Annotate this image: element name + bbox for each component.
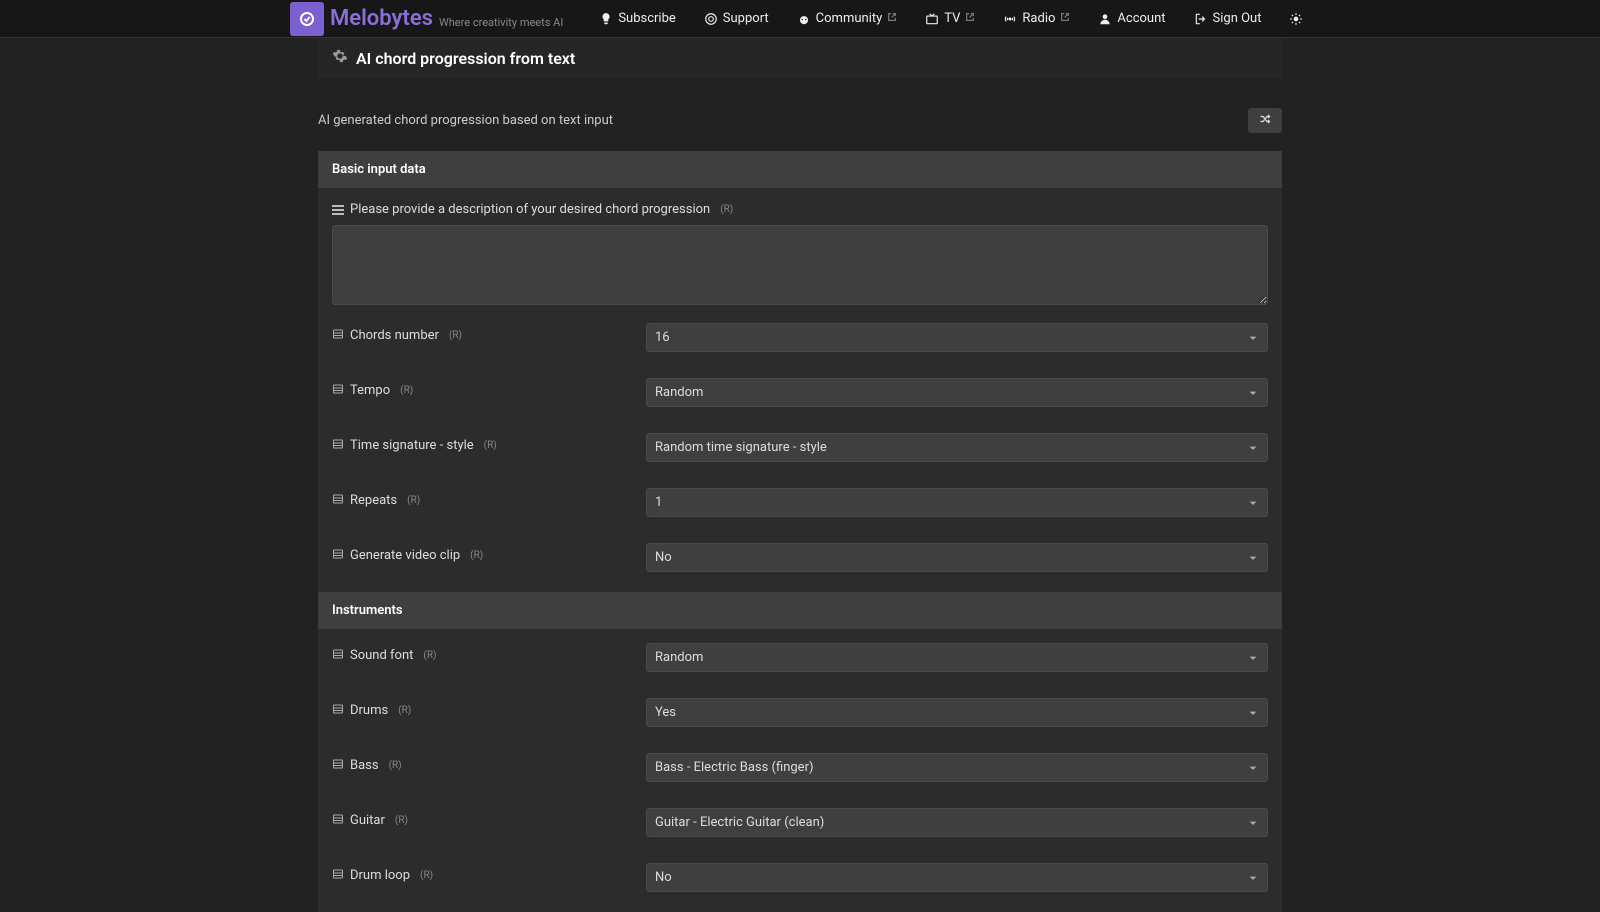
bass-select[interactable]: Bass - Electric Bass (finger) bbox=[646, 753, 1268, 782]
nav-label: Subscribe bbox=[618, 11, 675, 26]
field-label-text: Please provide a description of your des… bbox=[350, 202, 710, 217]
section-basic-header: Basic input data bbox=[318, 151, 1282, 188]
time-signature-select[interactable]: Random time signature - style bbox=[646, 433, 1268, 462]
list-icon bbox=[332, 383, 344, 398]
field-chords-number: Chords number (R) 16 bbox=[332, 323, 1268, 352]
nav-support[interactable]: Support bbox=[692, 3, 781, 34]
tempo-select[interactable]: Random bbox=[646, 378, 1268, 407]
list-icon bbox=[332, 813, 344, 828]
required-marker: (R) bbox=[389, 760, 402, 771]
field-label-text: Sound font bbox=[350, 648, 413, 663]
section-basic-body: Please provide a description of your des… bbox=[318, 188, 1282, 592]
list-icon bbox=[332, 548, 344, 563]
field-label-text: Chords number bbox=[350, 328, 439, 343]
required-marker: (R) bbox=[400, 385, 413, 396]
page-description: AI generated chord progression based on … bbox=[318, 113, 613, 128]
field-label-text: Bass bbox=[350, 758, 379, 773]
nav-theme-toggle[interactable] bbox=[1277, 4, 1315, 34]
nav-subscribe[interactable]: Subscribe bbox=[587, 3, 687, 34]
drums-select[interactable]: Yes bbox=[646, 698, 1268, 727]
brand-name: Melobytes bbox=[330, 6, 433, 31]
section-instruments-body: Sound font (R) Random Drums (R) Yes bbox=[318, 629, 1282, 912]
external-link-icon bbox=[1060, 12, 1070, 25]
nav-label: Support bbox=[723, 11, 769, 26]
field-label-text: Repeats bbox=[350, 493, 397, 508]
shuffle-icon bbox=[1258, 114, 1272, 128]
sun-icon bbox=[1289, 12, 1303, 26]
required-marker: (R) bbox=[398, 705, 411, 716]
list-icon bbox=[332, 493, 344, 508]
user-icon bbox=[1098, 12, 1112, 26]
top-navbar: Melobytes Where creativity meets AI Subs… bbox=[0, 0, 1600, 38]
signout-icon bbox=[1194, 12, 1208, 26]
external-link-icon bbox=[887, 12, 897, 25]
field-label-text: Drums bbox=[350, 703, 388, 718]
required-marker: (R) bbox=[449, 330, 462, 341]
field-bass: Bass (R) Bass - Electric Bass (finger) bbox=[332, 753, 1268, 782]
field-label-text: Drum loop bbox=[350, 868, 410, 883]
guitar-select[interactable]: Guitar - Electric Guitar (clean) bbox=[646, 808, 1268, 837]
nav-account[interactable]: Account bbox=[1086, 3, 1177, 34]
field-tempo: Tempo (R) Random bbox=[332, 378, 1268, 407]
page-title: AI chord progression from text bbox=[356, 49, 575, 68]
sound-font-select[interactable]: Random bbox=[646, 643, 1268, 672]
nav-tv[interactable]: TV bbox=[913, 3, 987, 34]
field-label-text: Tempo bbox=[350, 383, 390, 398]
field-drums: Drums (R) Yes bbox=[332, 698, 1268, 727]
nav-label: Sign Out bbox=[1213, 11, 1262, 26]
required-marker: (R) bbox=[484, 440, 497, 451]
gear-icon bbox=[332, 48, 348, 68]
nav-label: Account bbox=[1117, 11, 1165, 26]
nav-radio[interactable]: Radio bbox=[991, 3, 1082, 34]
nav-signout[interactable]: Sign Out bbox=[1182, 3, 1274, 34]
field-time-signature: Time signature - style (R) Random time s… bbox=[332, 433, 1268, 462]
reddit-icon bbox=[797, 12, 811, 26]
required-marker: (R) bbox=[720, 204, 733, 215]
field-description: Please provide a description of your des… bbox=[332, 202, 1268, 309]
required-marker: (R) bbox=[420, 870, 433, 881]
nav-community[interactable]: Community bbox=[785, 3, 910, 34]
brand-badge-icon bbox=[290, 2, 324, 36]
field-repeats: Repeats (R) 1 bbox=[332, 488, 1268, 517]
description-input[interactable] bbox=[332, 225, 1268, 305]
main-nav: Subscribe Support Community TV bbox=[587, 3, 1315, 34]
generate-video-select[interactable]: No bbox=[646, 543, 1268, 572]
list-icon bbox=[332, 868, 344, 883]
drum-loop-select[interactable]: No bbox=[646, 863, 1268, 892]
field-guitar: Guitar (R) Guitar - Electric Guitar (cle… bbox=[332, 808, 1268, 837]
required-marker: (R) bbox=[407, 495, 420, 506]
list-icon bbox=[332, 703, 344, 718]
lifering-icon bbox=[704, 12, 718, 26]
list-icon bbox=[332, 648, 344, 663]
randomize-button[interactable] bbox=[1248, 108, 1282, 133]
field-generate-video: Generate video clip (R) No bbox=[332, 543, 1268, 572]
chords-number-select[interactable]: 16 bbox=[646, 323, 1268, 352]
list-icon bbox=[332, 328, 344, 343]
field-label-text: Generate video clip bbox=[350, 548, 460, 563]
tv-icon bbox=[925, 12, 939, 26]
nav-label: Community bbox=[816, 11, 883, 26]
nav-label: TV bbox=[944, 11, 960, 26]
external-link-icon bbox=[965, 12, 975, 25]
required-marker: (R) bbox=[395, 815, 408, 826]
section-instruments-header: Instruments bbox=[318, 592, 1282, 629]
brand-tagline: Where creativity meets AI bbox=[439, 16, 563, 29]
brand[interactable]: Melobytes Where creativity meets AI bbox=[290, 2, 563, 36]
textarea-icon bbox=[332, 205, 344, 215]
list-icon bbox=[332, 438, 344, 453]
page-header: AI chord progression from text bbox=[318, 38, 1282, 78]
field-label-text: Time signature - style bbox=[350, 438, 474, 453]
repeats-select[interactable]: 1 bbox=[646, 488, 1268, 517]
field-sound-font: Sound font (R) Random bbox=[332, 643, 1268, 672]
lightbulb-icon bbox=[599, 12, 613, 26]
list-icon bbox=[332, 758, 344, 773]
broadcast-icon bbox=[1003, 12, 1017, 26]
required-marker: (R) bbox=[423, 650, 436, 661]
nav-label: Radio bbox=[1022, 11, 1055, 26]
field-drum-loop: Drum loop (R) No bbox=[332, 863, 1268, 892]
field-label-text: Guitar bbox=[350, 813, 385, 828]
required-marker: (R) bbox=[470, 550, 483, 561]
